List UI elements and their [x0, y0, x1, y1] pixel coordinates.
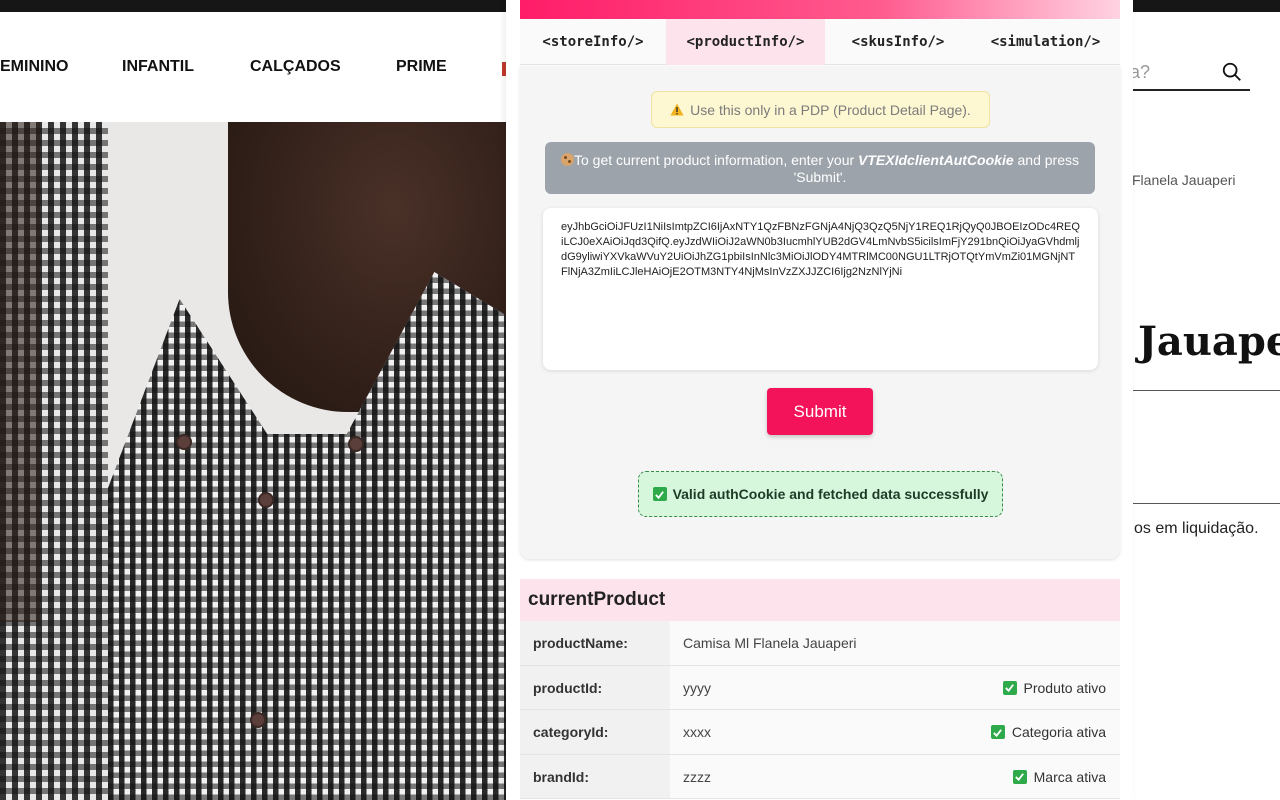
shirt-button — [258, 492, 274, 508]
breadcrumb[interactable]: Flanela Jauaperi — [1132, 172, 1236, 188]
warning-icon — [670, 103, 684, 116]
row-value: Camisa Ml Flanela Jauaperi — [670, 621, 1120, 665]
product-info-card: Use this only in a PDP (Product Detail P… — [520, 66, 1120, 559]
nav-item-calcados[interactable]: CALÇADOS — [250, 58, 341, 76]
extension-panel: <storeInfo/> <productInfo/> <skusInfo/> … — [506, 0, 1133, 800]
shirt-button — [176, 434, 192, 450]
product-title: Jauape — [1138, 318, 1280, 365]
tab-simulation[interactable]: <simulation/> — [971, 19, 1120, 65]
product-active-flag: Produto ativo — [1002, 679, 1107, 696]
check-icon — [990, 725, 1005, 739]
shirt-button — [250, 712, 266, 728]
row-key: categoryId: — [520, 710, 670, 754]
panel-header — [520, 0, 1120, 19]
tab-skus-info[interactable]: <skusInfo/> — [825, 19, 971, 65]
search-underline — [1130, 89, 1250, 91]
nav-item-feminino[interactable]: EMININO — [0, 58, 68, 76]
current-product-table: productName: Camisa Ml Flanela Jauaperi … — [520, 621, 1120, 799]
submit-button[interactable]: Submit — [767, 388, 873, 435]
warning-text: Use this only in a PDP (Product Detail P… — [690, 101, 971, 118]
shirt-button — [348, 436, 364, 452]
category-active-flag: Categoria ativa — [990, 724, 1106, 740]
row-key: productName: — [520, 621, 670, 665]
tab-product-info[interactable]: <productInfo/> — [666, 19, 825, 65]
table-row: productName: Camisa Ml Flanela Jauaperi — [520, 621, 1120, 666]
flag-label: Marca ativa — [1033, 768, 1106, 785]
thumbnail-shadow — [0, 122, 40, 622]
row-value-text: xxxx — [683, 724, 711, 740]
current-product-title: currentProduct — [520, 579, 1120, 621]
check-icon — [652, 487, 667, 501]
tab-bar: <storeInfo/> <productInfo/> <skusInfo/> … — [520, 19, 1120, 65]
row-value: yyyy Produto ativo — [670, 665, 1120, 709]
flag-label: Categoria ativa — [1011, 724, 1106, 740]
sale-notice: os em liquidação. — [1134, 520, 1259, 537]
table-row: brandId: zzzz Marca ativa — [520, 754, 1120, 799]
flag-label: Produto ativo — [1023, 679, 1107, 696]
search-icon[interactable] — [1221, 61, 1243, 83]
nav-item-prime[interactable]: PRIME — [396, 58, 447, 76]
row-value-text: yyyy — [683, 679, 711, 696]
success-message: Valid authCookie and fetched data succes… — [638, 471, 1003, 517]
success-text: Valid authCookie and fetched data succes… — [672, 486, 989, 502]
check-icon — [1012, 769, 1027, 784]
check-icon — [1002, 680, 1017, 695]
info-prefix: To get current product information, ente… — [574, 152, 859, 168]
divider — [1130, 390, 1280, 391]
cookie-name: VTEXIdclientAutCookie — [858, 152, 1014, 168]
row-value: zzzz Marca ativa — [670, 754, 1120, 798]
row-key: productId: — [520, 665, 670, 709]
row-value: xxxx Categoria ativa — [670, 710, 1120, 754]
cookie-icon — [561, 153, 574, 166]
search-input[interactable]: a? — [1130, 62, 1150, 83]
row-value-text: zzzz — [683, 768, 711, 785]
table-row: productId: yyyy Produto ativo — [520, 665, 1120, 710]
tab-store-info[interactable]: <storeInfo/> — [520, 19, 666, 65]
row-value-text: Camisa Ml Flanela Jauaperi — [683, 635, 857, 651]
divider — [1130, 503, 1280, 504]
product-image[interactable] — [108, 122, 506, 800]
cookie-instructions: To get current product information, ente… — [545, 142, 1095, 194]
brand-active-flag: Marca ativa — [1012, 768, 1106, 785]
nav-item-infantil[interactable]: INFANTIL — [122, 58, 194, 76]
auth-cookie-input[interactable]: eyJhbGciOiJFUzI1NiIsImtpZCI6IjAxNTY1QzFB… — [543, 208, 1098, 370]
row-key: brandId: — [520, 754, 670, 798]
table-row: categoryId: xxxx Categoria ativa — [520, 710, 1120, 755]
pdp-warning: Use this only in a PDP (Product Detail P… — [651, 91, 990, 128]
